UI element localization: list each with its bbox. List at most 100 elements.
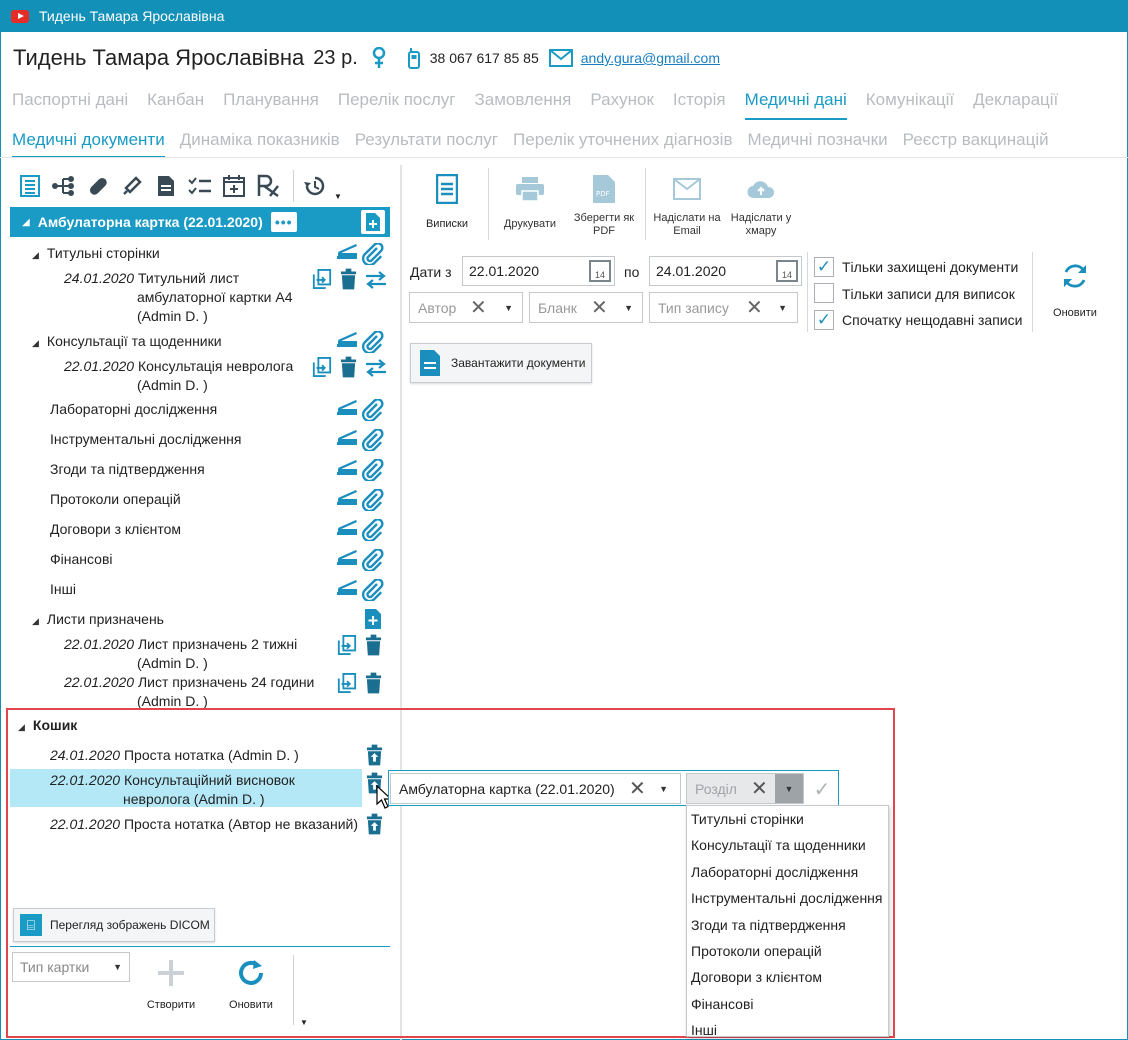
clear-icon[interactable]: ✕ [470, 295, 487, 320]
restore-icon[interactable] [366, 813, 383, 835]
tab-services[interactable]: Перелік послуг [338, 90, 456, 120]
confirm-check-icon[interactable]: ✓ [811, 777, 833, 801]
attach-icon[interactable] [362, 429, 384, 451]
basket-item[interactable]: 22.01.2020 Проста нотатка (Автор не вказ… [50, 816, 358, 832]
section-other[interactable]: Інші [50, 581, 76, 597]
send-email-button[interactable]: Надіслати на Email [650, 168, 724, 240]
clear-icon[interactable]: ✕ [629, 776, 646, 801]
author-filter[interactable]: Автор ✕ ▼ [409, 292, 523, 323]
chevron-down-icon[interactable]: ▼ [659, 784, 668, 794]
delete-icon[interactable] [340, 268, 357, 290]
attach-icon[interactable] [362, 489, 384, 511]
list-icon[interactable] [15, 172, 44, 200]
attach-icon[interactable] [362, 243, 384, 265]
refresh-cards-button[interactable]: Оновити [220, 958, 282, 1011]
option-contracts[interactable]: Договори з клієнтом [687, 964, 888, 990]
section-operations[interactable]: Протоколи операцій [50, 491, 181, 507]
chevron-down-icon[interactable]: ▼ [778, 303, 787, 313]
calendar-icon[interactable]: 14 [776, 260, 798, 282]
tree-structure-icon[interactable] [49, 172, 78, 200]
attach-icon[interactable] [362, 579, 384, 601]
attach-icon[interactable] [362, 459, 384, 481]
attach-icon[interactable] [362, 519, 384, 541]
tab-diagnoses[interactable]: Перелік уточнених діагнозів [513, 130, 732, 160]
dicom-viewer-button[interactable]: ⌸ Перегляд зображень DICOM [13, 908, 215, 942]
collapse-icon[interactable]: ◢ [22, 217, 30, 228]
scanner-icon[interactable] [336, 243, 358, 259]
record-type-filter[interactable]: Тип запису ✕ ▼ [649, 292, 798, 323]
scanner-icon[interactable] [336, 549, 358, 565]
delete-icon[interactable] [340, 356, 357, 378]
section-consultations[interactable]: ◢ Консультації та щоденники [32, 333, 222, 349]
only-extracts-checkbox[interactable] [814, 283, 834, 303]
send-cloud-button[interactable]: Надіслати у хмару [724, 168, 798, 240]
chevron-down-icon[interactable]: ▼ [775, 774, 803, 803]
section-lab[interactable]: Лабораторні дослідження [50, 401, 217, 417]
scanner-icon[interactable] [336, 579, 358, 595]
tab-invoice[interactable]: Рахунок [590, 90, 654, 120]
tab-kanban[interactable]: Канбан [147, 90, 204, 120]
restore-card-dropdown[interactable]: Амбулаторна картка (22.01.2020) ✕ ▼ [390, 773, 681, 804]
patient-email-link[interactable]: andy.gura@gmail.com [581, 50, 720, 66]
tab-service-results[interactable]: Результати послуг [355, 130, 498, 160]
recent-first-checkbox[interactable]: ✓ [814, 310, 834, 330]
attach-icon[interactable] [362, 399, 384, 421]
option-consultations[interactable]: Консультації та щоденники [687, 832, 888, 858]
tab-planning[interactable]: Планування [223, 90, 319, 120]
copy-to-icon[interactable] [312, 268, 332, 290]
collapse-icon[interactable]: ◢ [32, 616, 39, 626]
patient-phone[interactable]: 38 067 617 85 85 [430, 50, 539, 66]
section-title-pages[interactable]: ◢ Титульні сторінки [32, 245, 160, 261]
checklist-icon[interactable] [185, 172, 214, 200]
refresh-documents-button[interactable]: Оновити [1046, 262, 1104, 319]
document-item[interactable]: 22.01.2020 Лист призначень 24 години (Ad… [64, 673, 314, 711]
copy-to-icon[interactable] [337, 672, 357, 694]
card-type-dropdown[interactable]: Тип картки ▼ [12, 952, 130, 982]
only-protected-checkbox[interactable]: ✓ [814, 257, 834, 277]
card-header[interactable]: ◢ Амбулаторна картка (22.01.2020) ••• [10, 207, 390, 237]
add-document-icon[interactable] [361, 210, 385, 234]
clear-icon[interactable]: ✕ [751, 776, 768, 801]
scanner-icon[interactable] [336, 429, 358, 445]
form-filter[interactable]: Бланк ✕ ▼ [529, 292, 643, 323]
tab-indicators[interactable]: Динаміка показників [180, 130, 340, 160]
option-lab[interactable]: Лабораторні дослідження [687, 859, 888, 885]
option-financial[interactable]: Фінансові [687, 991, 888, 1017]
toolbar-overflow-icon[interactable]: ▼ [334, 192, 342, 201]
tab-declarations[interactable]: Декларації [973, 90, 1058, 120]
calendar-add-icon[interactable] [219, 172, 248, 200]
scanner-icon[interactable] [336, 519, 358, 535]
tab-passport[interactable]: Паспортні дані [12, 90, 128, 120]
toolbar-overflow-icon[interactable]: ▼ [300, 1018, 308, 1027]
chevron-down-icon[interactable]: ▼ [624, 303, 633, 313]
syringe-icon[interactable] [117, 172, 146, 200]
upload-documents-button[interactable]: Завантажити документи [410, 343, 592, 383]
tab-orders[interactable]: Замовлення [475, 90, 572, 120]
option-other[interactable]: Інші [687, 1017, 888, 1036]
section-financial[interactable]: Фінансові [50, 551, 113, 567]
basket-item[interactable]: 24.01.2020 Проста нотатка (Admin D. ) [50, 747, 299, 763]
option-consents[interactable]: Згоди та підтвердження [687, 912, 888, 938]
section-instrumental[interactable]: Інструментальні дослідження [50, 431, 241, 447]
chevron-down-icon[interactable]: ▼ [504, 303, 513, 313]
section-prescriptions[interactable]: ◢ Листи призначень [32, 611, 164, 627]
section-consents[interactable]: Згоди та підтвердження [50, 461, 205, 477]
basket-item-selected[interactable]: 22.01.2020 Консультаційний висновок невр… [50, 771, 295, 809]
tab-medical-data[interactable]: Медичні дані [744, 90, 847, 120]
scanner-icon[interactable] [336, 489, 358, 505]
scanner-icon[interactable] [336, 399, 358, 415]
tab-history[interactable]: Історія [673, 90, 726, 120]
card-menu-button[interactable]: ••• [270, 212, 297, 232]
tab-medical-documents[interactable]: Медичні документи [12, 130, 165, 158]
attach-icon[interactable] [362, 549, 384, 571]
option-instrumental[interactable]: Інструментальні дослідження [687, 885, 888, 911]
delete-icon[interactable] [365, 672, 382, 694]
print-button[interactable]: Друкувати [493, 168, 567, 240]
clear-icon[interactable]: ✕ [746, 295, 763, 320]
copy-to-icon[interactable] [312, 356, 332, 378]
clear-icon[interactable]: ✕ [591, 295, 608, 320]
scanner-icon[interactable] [336, 331, 358, 347]
document-item[interactable]: 24.01.2020 Титульний лист амбулаторної к… [64, 269, 293, 326]
history-icon[interactable] [300, 172, 329, 200]
collapse-icon[interactable]: ◢ [18, 722, 25, 732]
